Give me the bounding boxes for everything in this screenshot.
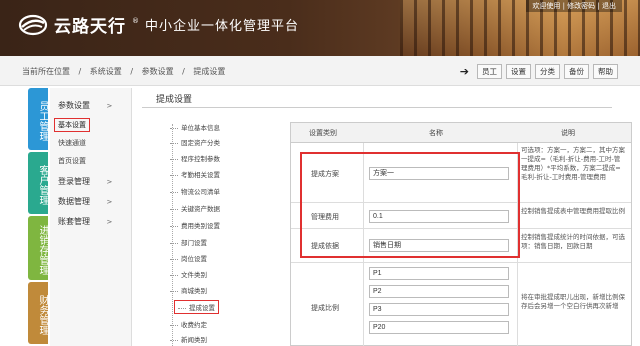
- chevron-right-icon: >: [106, 198, 113, 206]
- menu-item-homepage-settings[interactable]: 首页设置: [58, 156, 86, 166]
- breadcrumb-sep: /: [130, 67, 134, 76]
- table-row: 提成依据 销售日期 控制销售提成统计的时间依据，可选项：销售日期，回款日期: [291, 229, 631, 263]
- row-label-commission-basis: 提成依据: [311, 242, 339, 250]
- commission-ratio-input-p2[interactable]: P2: [369, 285, 509, 298]
- commission-ratio-input-p1[interactable]: P1: [369, 267, 509, 280]
- breadcrumb-sep: /: [182, 67, 185, 76]
- tree-item-position[interactable]: 岗位设置: [170, 253, 207, 263]
- tree-item-attendance[interactable]: 考勤相关设置: [170, 169, 220, 179]
- commission-ratio-input-p20[interactable]: P20: [369, 321, 509, 334]
- settings-button[interactable]: 设置: [506, 64, 531, 79]
- menu-group-login-management[interactable]: 登录管理 >: [58, 176, 112, 187]
- tree-item-key-assets[interactable]: 关键资产数据: [170, 203, 220, 213]
- tree-item-department[interactable]: 部门设置: [170, 237, 207, 247]
- tree-item-fee-agreement[interactable]: 收费约定: [170, 319, 207, 329]
- breadcrumb-bar: 当前所在位置 / 系统设置 / 参数设置 / 提成设置 ➔ 员工 设置 分类 备…: [0, 56, 640, 86]
- brand-name: 云路天行: [54, 17, 126, 37]
- breadcrumb-commission-settings: 提成设置: [193, 67, 226, 76]
- row-label-commission-ratio: 提成比例: [311, 304, 339, 312]
- breadcrumb-param-settings[interactable]: 参数设置: [142, 67, 174, 76]
- menu-group-label: 登录管理: [58, 177, 90, 186]
- left-menu: 参数设置 > 基本设置 快速通道 首页设置 登录管理 > 数据管理 > 账套管理…: [50, 88, 132, 346]
- table-row: 提成方案 方案一 可选项：方案一，方案二，其中方案一提成=（毛利-折让-费用-工…: [291, 143, 631, 203]
- row-label-commission-plan: 提成方案: [311, 170, 339, 178]
- row-description: 控制销售提成表中管理费用提取比例: [521, 207, 625, 215]
- settings-table: 设置类别 名称 说明 提成方案 方案一 可选项：方案一，方案二，其中方案一提成=…: [290, 122, 632, 346]
- tree-item-fixed-asset-category[interactable]: 固定资产分类: [170, 137, 220, 147]
- column-header-description: 说明: [561, 129, 575, 137]
- tree-item-logistics[interactable]: 物流公司清单: [170, 186, 220, 196]
- menu-group-param-settings[interactable]: 参数设置 >: [58, 100, 112, 111]
- breadcrumb-sep: /: [78, 67, 82, 76]
- tree-item-mall-category[interactable]: 商城类别: [170, 285, 207, 295]
- arrow-right-icon: ➔: [459, 65, 469, 78]
- commission-plan-input[interactable]: 方案一: [369, 167, 509, 180]
- tab-inventory-management[interactable]: 进销存管理: [28, 216, 48, 280]
- tree-item-expense-category[interactable]: 费用类别设置: [170, 220, 220, 230]
- header-user-links[interactable]: 欢迎使用 | 修改密码 | 退出: [526, 0, 622, 12]
- panel-title: 提成设置: [156, 95, 193, 105]
- breadcrumb-here: 当前所在位置: [22, 67, 70, 76]
- row-description: 可选项：方案一，方案二，其中方案一提成=（毛利-折让-费用-工时-管理费用）*平…: [521, 146, 625, 181]
- tree-item-commission-settings[interactable]: 提成设置: [174, 300, 219, 314]
- app-header: 云路天行 ® 中小企业一体化管理平台 欢迎使用 | 修改密码 | 退出: [0, 0, 640, 56]
- chevron-right-icon: >: [106, 178, 113, 186]
- chevron-right-icon: >: [106, 102, 113, 110]
- tree-item-file-category[interactable]: 文件类别: [170, 269, 207, 279]
- panel-header: 提成设置: [142, 90, 612, 108]
- column-header-category: 设置类别: [309, 129, 337, 137]
- quick-toolbar: ➔ 员工 设置 分类 备份 帮助: [460, 64, 618, 79]
- table-row: 管理费用 0.1 控制销售提成表中管理费用提取比例: [291, 203, 631, 229]
- backup-button[interactable]: 备份: [564, 64, 589, 79]
- tree-item-unit-info[interactable]: 单位基本信息: [170, 122, 220, 132]
- cloud-logo-icon: [18, 14, 48, 35]
- breadcrumb-system-settings[interactable]: 系统设置: [90, 67, 122, 76]
- table-header: 设置类别 名称 说明: [291, 123, 631, 143]
- breadcrumb: 当前所在位置 / 系统设置 / 参数设置 / 提成设置: [22, 66, 231, 77]
- menu-group-label: 账套管理: [58, 217, 90, 226]
- tab-finance-management[interactable]: 财务管理: [28, 282, 48, 344]
- row-description: 控制销售提成统计的时间依据，可选项：销售日期，回款日期: [521, 233, 625, 250]
- commission-basis-input[interactable]: 销售日期: [369, 239, 509, 252]
- platform-subtitle: 中小企业一体化管理平台: [145, 19, 300, 34]
- row-label-management-fee: 管理费用: [311, 213, 339, 221]
- menu-group-label: 参数设置: [58, 101, 90, 110]
- menu-item-basic-settings[interactable]: 基本设置: [54, 118, 90, 132]
- menu-group-label: 数据管理: [58, 197, 90, 206]
- staff-button[interactable]: 员工: [477, 64, 502, 79]
- column-header-name: 名称: [429, 129, 443, 137]
- menu-group-data-management[interactable]: 数据管理 >: [58, 196, 112, 207]
- registered-mark: ®: [132, 16, 139, 25]
- commission-ratio-input-p3[interactable]: P3: [369, 303, 509, 316]
- help-button[interactable]: 帮助: [593, 64, 618, 79]
- chevron-right-icon: >: [106, 218, 113, 226]
- tab-staff-management[interactable]: 员工管理: [28, 88, 48, 150]
- category-button[interactable]: 分类: [535, 64, 560, 79]
- menu-item-quick-access[interactable]: 快速通道: [58, 138, 86, 148]
- management-fee-input[interactable]: 0.1: [369, 210, 509, 223]
- row-description: 将在审批提成职儿出现，新增比例保存后会另增一个空白行供再次新增: [521, 293, 625, 310]
- app-logo: 云路天行 ® 中小企业一体化管理平台: [18, 12, 299, 37]
- menu-group-account-management[interactable]: 账套管理 >: [58, 216, 112, 227]
- tree-item-news-category[interactable]: 新闻类别: [170, 334, 207, 344]
- tab-customer-management[interactable]: 客户管理: [28, 152, 48, 214]
- tree-item-program-params[interactable]: 程序控制参数: [170, 153, 220, 163]
- table-row: 提成比例 P1 P2 P3 P20 将在审批提成职儿出现，新增比例保存后会另增一…: [291, 263, 631, 346]
